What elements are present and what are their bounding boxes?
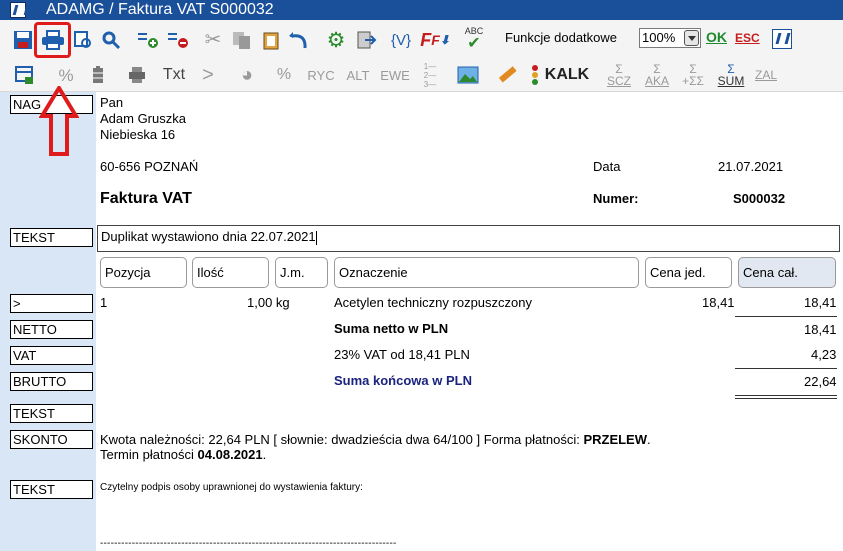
printer-small-icon[interactable] bbox=[126, 64, 148, 86]
double-rule-bottom bbox=[735, 398, 837, 399]
document-title: Faktura VAT bbox=[100, 190, 192, 207]
item-position: 1 bbox=[100, 295, 108, 310]
address-line-3: Niebieska 16 bbox=[100, 127, 176, 142]
new-document-icon[interactable] bbox=[14, 64, 36, 86]
printer-highlight-box bbox=[34, 22, 71, 58]
print-preview-icon[interactable] bbox=[72, 29, 94, 51]
brutto-value: 22,64 bbox=[804, 374, 837, 389]
number-value: S000032 bbox=[733, 191, 786, 206]
sum-icon[interactable]: Σ SUM bbox=[718, 60, 745, 90]
date-value: 21.07.2021 bbox=[718, 159, 784, 174]
text-caret bbox=[315, 230, 317, 245]
aka-icon[interactable]: Σ AKA bbox=[645, 60, 669, 90]
text-icon[interactable]: Txt bbox=[160, 64, 188, 86]
payment-amount-line: Kwota należności: 22,64 PLN [ słownie: d… bbox=[100, 432, 651, 447]
numbered-list-icon[interactable]: 1— 2— 3— bbox=[420, 62, 440, 89]
annotation-arrow-icon bbox=[39, 86, 79, 156]
save-icon[interactable] bbox=[12, 29, 34, 51]
ok-button[interactable]: OK bbox=[706, 29, 727, 45]
netto-label: Suma netto w PLN bbox=[334, 321, 449, 336]
label-skonto[interactable]: SKONTO bbox=[10, 430, 93, 449]
label-tekst-1[interactable]: TEKST bbox=[10, 228, 93, 247]
item-description: Acetylen techniczny rozpuszczony bbox=[334, 295, 532, 310]
label-tekst-3[interactable]: TEKST bbox=[10, 480, 93, 499]
divider-line bbox=[735, 316, 837, 317]
variables-icon[interactable]: {V} bbox=[388, 29, 414, 51]
double-rule-top bbox=[735, 395, 837, 396]
chevron-down-icon[interactable] bbox=[684, 30, 699, 46]
label-brutto[interactable]: BRUTTO bbox=[10, 372, 93, 391]
font-down-icon[interactable]: F F ⬇ bbox=[418, 29, 452, 51]
divider-line bbox=[735, 368, 837, 369]
vat-value: 4,23 bbox=[811, 347, 837, 362]
title-bar: ADAMG / Faktura VAT S000032 bbox=[0, 0, 843, 20]
brutto-label: Suma końcowa w PLN bbox=[334, 373, 472, 388]
signature-line: ----------------------------------------… bbox=[100, 538, 397, 549]
column-header-total[interactable]: Cena cał. bbox=[738, 257, 836, 288]
search-icon[interactable] bbox=[100, 29, 122, 51]
copy-icon[interactable] bbox=[230, 29, 254, 51]
address-postal: 60-656 POZNAŃ bbox=[100, 159, 199, 174]
spellcheck-icon[interactable]: ABC ✔ bbox=[460, 26, 488, 52]
item-total: 18,41 bbox=[804, 295, 837, 310]
percent-icon[interactable]: % bbox=[274, 64, 294, 86]
ryc-icon[interactable]: RYC bbox=[307, 64, 335, 86]
chevron-right-icon[interactable]: > bbox=[198, 64, 218, 86]
palette-icon[interactable]: ◕ bbox=[236, 64, 258, 86]
label-vat[interactable]: VAT bbox=[10, 346, 93, 365]
payment-term-line: Termin płatności 04.08.2021. bbox=[100, 447, 267, 462]
zal-icon[interactable]: ZAL bbox=[754, 60, 778, 90]
app-logo-button[interactable] bbox=[772, 29, 792, 49]
column-header-quantity[interactable]: Ilość bbox=[192, 257, 269, 288]
label-position[interactable]: > bbox=[10, 294, 93, 313]
label-tekst-2[interactable]: TEKST bbox=[10, 404, 93, 423]
alt-icon[interactable]: ALT bbox=[345, 64, 371, 86]
column-header-unit[interactable]: J.m. bbox=[275, 257, 328, 288]
zoom-select[interactable]: 100% bbox=[639, 28, 701, 48]
paste-icon[interactable] bbox=[260, 29, 282, 51]
vat-label: 23% VAT od 18,41 PLN bbox=[334, 347, 470, 362]
column-header-unit-price[interactable]: Cena jed. bbox=[645, 257, 732, 288]
column-header-position[interactable]: Pozycja bbox=[100, 257, 187, 288]
column-header-description[interactable]: Oznaczenie bbox=[334, 257, 639, 288]
esc-button[interactable]: ESC bbox=[735, 31, 760, 45]
scz-icon[interactable]: Σ SCZ bbox=[607, 60, 631, 90]
ewe-icon[interactable]: EWE bbox=[380, 64, 410, 86]
netto-value: 18,41 bbox=[804, 322, 837, 337]
text-field[interactable]: Duplikat wystawiono dnia 22.07.2021 bbox=[97, 225, 840, 252]
add-row-icon[interactable] bbox=[136, 29, 160, 51]
sum-sum-icon[interactable]: Σ +ΣΣ bbox=[680, 60, 706, 90]
scissors-icon[interactable]: ✂ bbox=[202, 29, 224, 51]
item-quantity: 1,00 kg bbox=[247, 295, 290, 310]
main-toolbar: ✂ ⚙ {V} F F ⬇ ABC ✔ Funkcje dodatkowe 100% … bbox=[0, 20, 843, 58]
item-unit-price: 18,41 bbox=[702, 295, 735, 310]
address-line-1: Pan bbox=[100, 95, 124, 110]
ruler-icon[interactable] bbox=[495, 64, 519, 86]
delete-row-icon[interactable] bbox=[166, 29, 190, 51]
image-icon[interactable] bbox=[456, 64, 480, 86]
traffic-light-icon bbox=[530, 62, 540, 88]
undo-icon[interactable] bbox=[288, 29, 310, 51]
zoom-value: 100% bbox=[642, 30, 676, 45]
address-line-2: Adam Gruszka bbox=[100, 111, 186, 126]
gear-icon[interactable]: ⚙ bbox=[324, 29, 348, 51]
signature-caption: Czytelny podpis osoby uprawnionej do wys… bbox=[100, 482, 363, 493]
functions-menu[interactable]: Funkcje dodatkowe bbox=[505, 30, 617, 45]
window-title: ADAMG / Faktura VAT S000032 bbox=[46, 1, 274, 18]
kalk-button[interactable]: KALK bbox=[541, 64, 593, 86]
export-icon[interactable] bbox=[354, 29, 378, 51]
number-label: Numer: bbox=[593, 191, 639, 206]
battery-icon[interactable] bbox=[88, 64, 108, 86]
label-netto[interactable]: NETTO bbox=[10, 320, 93, 339]
secondary-toolbar: % Txt > ◕ % RYC ALT EWE 1— 2— 3— KALK Σ SCZ… bbox=[0, 58, 843, 92]
text-field-value: Duplikat wystawiono dnia 22.07.2021 bbox=[101, 229, 316, 244]
date-label: Data bbox=[593, 159, 621, 174]
percent-disabled-icon: % bbox=[58, 65, 74, 85]
app-logo-icon bbox=[10, 2, 26, 18]
